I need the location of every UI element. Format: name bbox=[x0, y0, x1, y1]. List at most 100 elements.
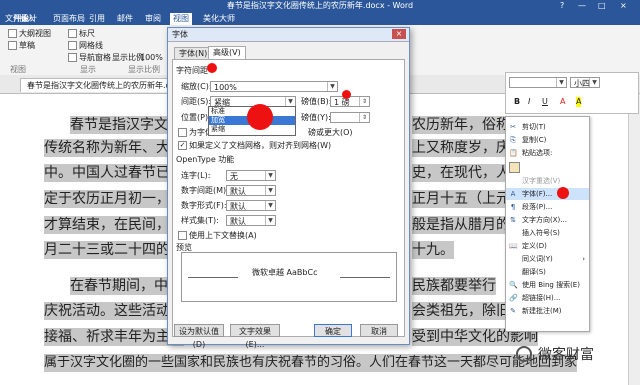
ligature-select[interactable]: 无 ▼ bbox=[226, 170, 276, 181]
italic-button[interactable]: I bbox=[528, 97, 530, 107]
paste-icon bbox=[509, 162, 520, 173]
link-icon: 🔗 bbox=[509, 294, 518, 302]
close-window-button[interactable]: × bbox=[620, 0, 627, 12]
tab-review[interactable]: 审阅 bbox=[142, 13, 164, 25]
checkbox-icon bbox=[178, 128, 187, 137]
checkbox-icon bbox=[68, 29, 77, 38]
tab-view[interactable]: 视图 bbox=[170, 13, 192, 25]
menu-paragraph-label: 段落(P)... bbox=[522, 203, 553, 211]
book-icon: 📖 bbox=[509, 242, 518, 250]
minimize-button[interactable]: — bbox=[578, 0, 586, 12]
chevron-right-icon: › bbox=[582, 255, 585, 263]
ok-button[interactable]: 确定 bbox=[314, 324, 352, 337]
set-default-button[interactable]: 设为默认值(D) bbox=[174, 324, 224, 349]
font-color-button[interactable]: A bbox=[560, 97, 565, 107]
points2-spinner[interactable]: ⇕ bbox=[330, 112, 370, 123]
underline-button[interactable]: U bbox=[542, 97, 548, 107]
tab-mailings[interactable]: 邮件 bbox=[114, 13, 136, 25]
doc-line-3: 中。中国人过春节已有 bbox=[44, 164, 184, 182]
gridlines-check[interactable]: 网格线 bbox=[68, 41, 103, 51]
marker-dot-spacing-section bbox=[207, 63, 217, 73]
doc-line-7: 在春节期间，中国 bbox=[70, 277, 182, 295]
menu-text-direction[interactable]: ⇅ 文字方向(X)... bbox=[506, 214, 589, 226]
zoom-100-button[interactable]: 100% bbox=[140, 53, 163, 63]
marker-dot-dropdown bbox=[247, 104, 273, 130]
menu-paste-label: 粘贴选项: bbox=[522, 149, 553, 157]
doc-line-8: 庆祝活动。这些活动均 bbox=[44, 302, 184, 320]
contextual-check[interactable]: 使用上下文替换(A) bbox=[178, 230, 257, 241]
section-opentype: OpenType 功能 bbox=[176, 155, 234, 165]
position-label: 位置(P): bbox=[181, 113, 211, 122]
ruler-check[interactable]: 标尺 bbox=[68, 29, 95, 39]
styleset-value: 默认 bbox=[230, 217, 246, 226]
grid-check[interactable]: ✓ 如果定义了文档网格，则对齐到网格(W) bbox=[178, 140, 331, 151]
menu-hyperlink[interactable]: 🔗 超链接(H)... bbox=[506, 292, 589, 304]
doc-line-1: 春节是指汉字文 bbox=[70, 116, 168, 134]
outline-view-check[interactable]: 大纲视图 bbox=[8, 29, 51, 39]
window-title: 春节是指汉字文化圈传统上的农历新年.docx - Word bbox=[226, 1, 414, 10]
menu-define[interactable]: 📖 定义(D) bbox=[506, 240, 589, 252]
highlight-button[interactable]: A bbox=[576, 97, 582, 107]
context-menu: ✂ 剪切(T) ⎘ 复制(C) 📋 粘贴选项: 汉字重选(V) A 字体(F)... ¶… bbox=[505, 116, 590, 332]
dialog-close-button[interactable]: × bbox=[392, 29, 406, 39]
watermark: 微客财富 bbox=[516, 344, 636, 366]
checkbox-icon bbox=[178, 231, 187, 240]
maximize-button[interactable]: □ bbox=[598, 0, 606, 12]
kerning-tail-label: 磅或更大(O) bbox=[308, 128, 353, 137]
menu-paste-button[interactable] bbox=[506, 160, 589, 173]
marker-dot-points bbox=[342, 90, 351, 99]
preview-box: 微软卓越 AaBbCc bbox=[181, 252, 397, 302]
menu-new-comment[interactable]: ✎ 新建批注(M) bbox=[506, 305, 589, 317]
mini-font-select[interactable]: ▼ bbox=[509, 77, 567, 88]
menu-synonyms[interactable]: 同义词(Y) › bbox=[506, 253, 589, 265]
menu-paragraph[interactable]: ¶ 段落(P)... bbox=[506, 201, 589, 213]
menu-translate-label: 翻译(S) bbox=[522, 268, 546, 276]
tab-layout[interactable]: 页面布局 bbox=[50, 13, 88, 25]
vertical-scrollbar[interactable] bbox=[628, 94, 640, 385]
wechat-icon bbox=[516, 346, 532, 362]
help-button[interactable]: ? bbox=[560, 0, 564, 12]
menu-copy[interactable]: ⎘ 复制(C) bbox=[506, 134, 589, 146]
cancel-button[interactable]: 取消 bbox=[360, 324, 398, 337]
tab-advanced[interactable]: 高级(V) bbox=[208, 46, 246, 60]
menu-bing-search-label: 使用 Bing 搜索(E) bbox=[522, 281, 580, 289]
ligature-label: 连字(L): bbox=[181, 171, 211, 180]
menu-font[interactable]: A 字体(F)... bbox=[506, 188, 589, 200]
points1-spinner[interactable]: 1 磅 ⇕ bbox=[330, 96, 370, 107]
points1-value: 1 磅 bbox=[334, 98, 350, 107]
font-dialog: 字体 × 字体(N) 高级(V) 字符间距 缩放(C): 100% ▼ 间距(S)… bbox=[167, 27, 410, 349]
group-show-label: 显示 bbox=[80, 65, 96, 74]
points1-label: 磅值(B): bbox=[301, 97, 332, 106]
text-effects-button[interactable]: 文字效果(E)... bbox=[230, 324, 280, 349]
watermark-text: 微客财富 bbox=[538, 347, 594, 363]
menu-bing-search[interactable]: 🔍 使用 Bing 搜索(E) bbox=[506, 279, 589, 291]
menu-cut[interactable]: ✂ 剪切(T) bbox=[506, 121, 589, 133]
nav-pane-check[interactable]: 导航窗格 bbox=[68, 53, 111, 63]
scissors-icon: ✂ bbox=[510, 123, 516, 131]
mini-size-select[interactable]: 小四 ▼ bbox=[570, 77, 600, 88]
tab-design[interactable]: 设计 bbox=[18, 13, 40, 25]
chevron-down-icon: ▼ bbox=[265, 216, 275, 225]
section-spacing: 字符间距 bbox=[176, 66, 208, 76]
section-spacing-label: 字符间距 bbox=[176, 66, 208, 75]
scale-label: 缩放(C): bbox=[181, 82, 212, 91]
chevron-down-icon: ▼ bbox=[285, 97, 295, 106]
menu-insert-symbol[interactable]: 插入符号(S) bbox=[506, 227, 589, 239]
numform-select[interactable]: 默认 ▼ bbox=[226, 200, 276, 211]
points2-label: 磅值(Y): bbox=[301, 113, 331, 122]
draft-label: 草稿 bbox=[19, 41, 35, 50]
dialog-title-bar: 字体 × bbox=[168, 28, 409, 42]
styleset-select[interactable]: 默认 ▼ bbox=[226, 215, 276, 226]
numform-label: 数字形式(F): bbox=[181, 201, 227, 210]
tab-references[interactable]: 引用 bbox=[86, 13, 108, 25]
ligature-value: 无 bbox=[230, 172, 238, 181]
bold-button[interactable]: B bbox=[514, 97, 520, 107]
numspacing-select[interactable]: 默认 ▼ bbox=[226, 185, 276, 196]
draft-check[interactable]: 草稿 bbox=[8, 41, 35, 51]
scale-select[interactable]: 100% ▼ bbox=[210, 81, 338, 92]
menu-translate[interactable]: 翻译(S) bbox=[506, 266, 589, 278]
menu-reconvert-label: 汉字重选(V) bbox=[522, 177, 561, 185]
menu-paste-options[interactable]: 📋 粘贴选项: bbox=[506, 147, 589, 159]
mini-size-value: 小四 bbox=[574, 79, 590, 88]
tab-beautify[interactable]: 美化大师 bbox=[200, 13, 238, 25]
